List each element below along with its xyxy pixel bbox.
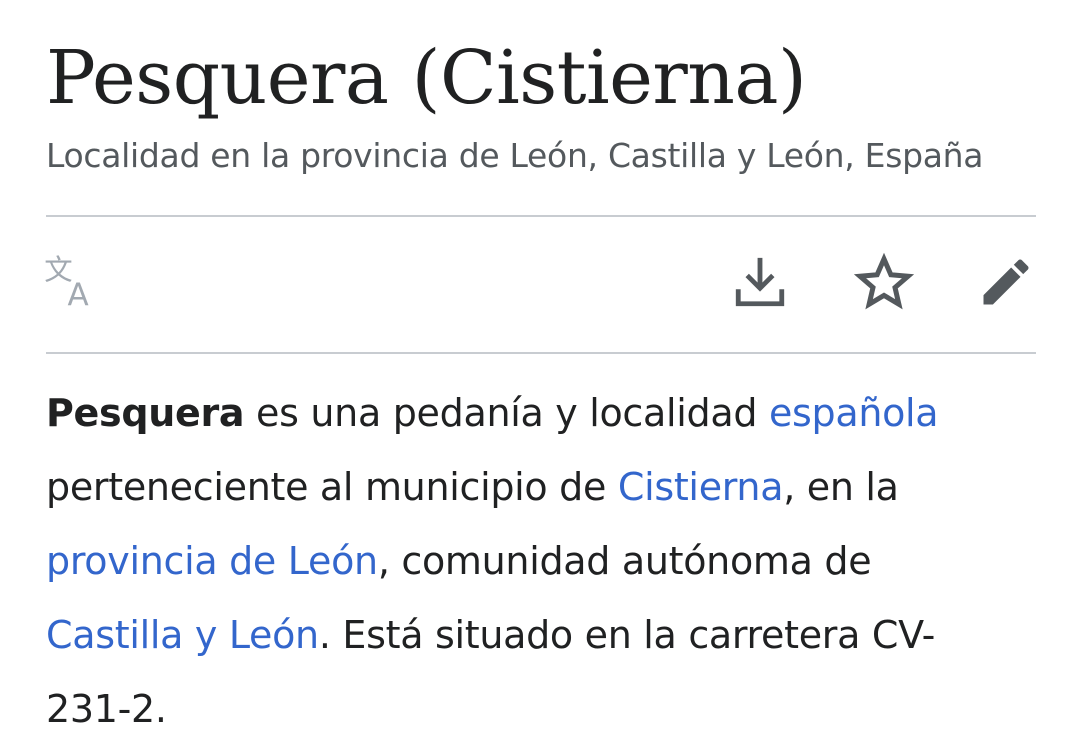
link-cistierna[interactable]: Cistierna — [618, 465, 784, 509]
paragraph-line: perteneciente al municipio de Cistierna,… — [46, 450, 1036, 524]
page-actions-bar: 文 A — [44, 217, 1038, 352]
intro-paragraph: Pesquera es una pedanía y localidad espa… — [46, 376, 1036, 746]
page-description: Localidad en la provincia de León, Casti… — [46, 136, 984, 175]
paragraph-text: , en la — [783, 465, 899, 509]
article-content: Pesquera es una pedanía y localidad espa… — [46, 376, 1036, 746]
paragraph-text: es una pedanía y localidad — [244, 391, 769, 435]
pencil-icon — [976, 252, 1036, 312]
link-provincia-de-leon[interactable]: provincia de León — [46, 539, 378, 583]
paragraph-text: 231-2. — [46, 687, 167, 731]
download-button[interactable] — [728, 250, 792, 314]
edit-button[interactable] — [974, 250, 1038, 314]
link-espanola[interactable]: española — [769, 391, 939, 435]
paragraph-line: provincia de León, comunidad autónoma de — [46, 524, 1036, 598]
paragraph-line: 231-2. — [46, 672, 1036, 746]
star-icon — [854, 252, 914, 312]
link-castilla-y-leon[interactable]: Castilla y León — [46, 613, 319, 657]
divider-bottom — [46, 352, 1036, 354]
translate-icon: 文 A — [43, 251, 105, 313]
download-icon — [731, 253, 789, 311]
language-button[interactable]: 文 A — [42, 250, 106, 314]
watch-button[interactable] — [852, 250, 916, 314]
paragraph-line: Pesquera es una pedanía y localidad espa… — [46, 376, 1036, 450]
paragraph-text: perteneciente al municipio de — [46, 465, 618, 509]
paragraph-line: Castilla y León. Está situado en la carr… — [46, 598, 1036, 672]
svg-text:A: A — [68, 277, 89, 313]
page-title: Pesquera (Cistierna) — [46, 35, 807, 121]
paragraph-text: , comunidad autónoma de — [377, 539, 872, 583]
paragraph-text: . Está situado en la carretera CV- — [318, 613, 935, 657]
bold-term: Pesquera — [46, 391, 245, 435]
